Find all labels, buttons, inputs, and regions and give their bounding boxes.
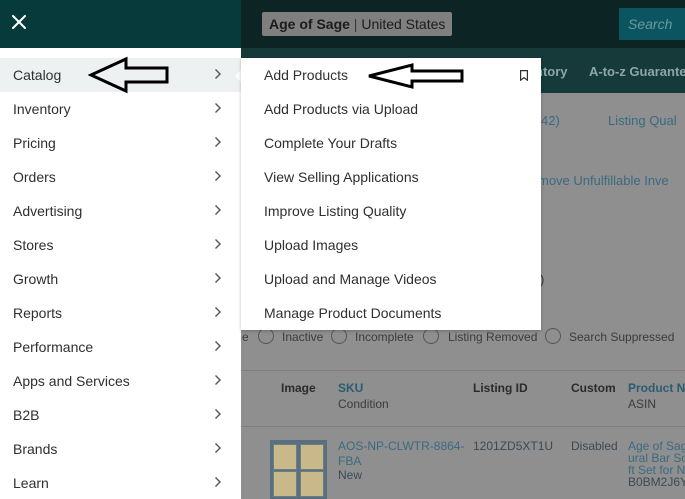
submenu-item-upload-and-manage-videos[interactable]: Upload and Manage Videos: [241, 262, 541, 296]
chevron-right-icon: [215, 239, 221, 249]
filter-search-suppressed-label: Search Suppressed: [569, 330, 675, 344]
annotation-arrow-catalog: [88, 56, 169, 94]
submenu-item-label: Manage Product Documents: [264, 305, 442, 321]
submenu-item-view-selling-applications[interactable]: View Selling Applications: [241, 160, 541, 194]
product-thumbnail[interactable]: [270, 440, 327, 499]
chevron-right-icon: [215, 273, 221, 283]
chevron-right-icon: [215, 341, 221, 351]
store-name: Age of Sage: [269, 16, 350, 32]
filter-inactive-label: Inactive: [282, 330, 324, 344]
remove-unfulfillable-link[interactable]: move Unfulfillable Inve: [538, 173, 669, 188]
sidebar-item-label: Stores: [13, 237, 54, 253]
table-divider-header: [241, 426, 685, 427]
chevron-right-icon: [215, 69, 221, 79]
sidebar-item-label: Brands: [13, 441, 58, 457]
close-icon[interactable]: [10, 14, 28, 32]
filter-incomplete-label: Incomplete: [355, 330, 414, 344]
sidebar-item-label: Reports: [13, 305, 63, 321]
sidebar-item-label: Inventory: [13, 101, 71, 117]
filter-fragment: e: [242, 330, 249, 344]
submenu-item-upload-images[interactable]: Upload Images: [241, 228, 541, 262]
sidebar-item-b2b[interactable]: B2B: [0, 398, 241, 432]
sidebar-item-apps-and-services[interactable]: Apps and Services: [0, 364, 241, 398]
sidebar-item-label: Growth: [13, 271, 59, 287]
store-separator: |: [353, 16, 358, 32]
table-divider-top: [241, 370, 685, 371]
submenu-item-label: Improve Listing Quality: [264, 203, 407, 219]
submenu-item-manage-product-documents[interactable]: Manage Product Documents: [241, 296, 541, 330]
count-fragment: 42): [541, 113, 560, 128]
sidebar-item-label: Performance: [13, 339, 94, 355]
sidebar-item-label: B2B: [13, 407, 40, 423]
filter-listing-removed-label: Listing Removed: [448, 330, 538, 344]
column-asin: ASIN: [628, 397, 657, 411]
filter-incomplete-radio[interactable]: [331, 328, 347, 344]
chevron-right-icon: [215, 443, 221, 453]
sidebar-item-learn[interactable]: Learn: [0, 466, 241, 499]
search-button[interactable]: Search: [619, 8, 685, 40]
store-region: United States: [361, 16, 446, 32]
sidebar-item-brands[interactable]: Brands: [0, 432, 241, 466]
submenu-item-label: Complete Your Drafts: [264, 135, 398, 151]
sidebar-item-growth[interactable]: Growth: [0, 262, 241, 296]
submenu-item-improve-listing-quality[interactable]: Improve Listing Quality: [241, 194, 541, 228]
column-sku[interactable]: SKU: [338, 381, 363, 395]
column-custom: Custom: [571, 381, 616, 395]
sidebar-item-label: Apps and Services: [13, 373, 130, 389]
sidebar-item-inventory[interactable]: Inventory: [0, 92, 241, 126]
column-product-name[interactable]: Product N: [628, 381, 685, 395]
chevron-right-icon: [215, 137, 221, 147]
row-listing-id: 1201ZD5XT1U: [473, 439, 554, 453]
bookmark-icon[interactable]: [520, 70, 528, 81]
sidebar-item-advertising[interactable]: Advertising: [0, 194, 241, 228]
submenu-item-complete-your-drafts[interactable]: Complete Your Drafts: [241, 126, 541, 160]
sidebar-item-performance[interactable]: Performance: [0, 330, 241, 364]
row-custom: Disabled: [571, 439, 618, 453]
annotation-arrow-add-products: [368, 63, 464, 89]
submenu-item-label: Add Products via Upload: [264, 101, 419, 117]
nav-a-to-z-guarantee[interactable]: A-to-z Guarantee: [589, 64, 685, 79]
row-sku-line2[interactable]: FBA: [338, 455, 361, 467]
drawer-header: [0, 0, 241, 48]
listing-quality-tab[interactable]: Listing Qual: [608, 113, 677, 128]
chevron-right-icon: [215, 171, 221, 181]
row-sku-line1[interactable]: AOS-NP-CLWTR-8864-: [338, 440, 464, 452]
submenu-item-label: View Selling Applications: [264, 169, 419, 185]
catalog-submenu: Add Products Add Products via Upload Compl…: [241, 58, 541, 330]
sidebar-item-label: Learn: [13, 475, 49, 491]
submenu-item-label: Upload Images: [264, 237, 359, 253]
filter-listing-removed-radio[interactable]: [423, 328, 439, 344]
column-image: Image: [281, 381, 316, 395]
chevron-right-icon: [215, 205, 221, 215]
store-selector[interactable]: Age of Sage | United States: [262, 12, 453, 36]
sidebar-item-stores[interactable]: Stores: [0, 228, 241, 262]
column-listing-id: Listing ID: [473, 381, 528, 395]
submenu-item-label: Upload and Manage Videos: [264, 271, 437, 287]
sidebar-item-label: Advertising: [13, 203, 83, 219]
chevron-right-icon: [215, 409, 221, 419]
row-asin: B0BM2J6Y: [628, 475, 685, 489]
chevron-right-icon: [215, 103, 221, 113]
chevron-right-icon: [215, 477, 221, 487]
submenu-item-add-products-via-upload[interactable]: Add Products via Upload: [241, 92, 541, 126]
filter-search-suppressed-radio[interactable]: [545, 328, 561, 344]
column-condition: Condition: [338, 397, 389, 411]
sidebar-item-label: Catalog: [13, 67, 62, 83]
submenu-item-label: Add Products: [264, 67, 349, 83]
filter-inactive-radio[interactable]: [258, 328, 274, 344]
sidebar-item-orders[interactable]: Orders: [0, 160, 241, 194]
chevron-right-icon: [215, 307, 221, 317]
chevron-right-icon: [215, 375, 221, 385]
sidebar-item-reports[interactable]: Reports: [0, 296, 241, 330]
sidebar-item-pricing[interactable]: Pricing: [0, 126, 241, 160]
sidebar-item-label: Orders: [13, 169, 56, 185]
sidebar-item-label: Pricing: [13, 135, 56, 151]
row-condition: New: [338, 468, 363, 482]
